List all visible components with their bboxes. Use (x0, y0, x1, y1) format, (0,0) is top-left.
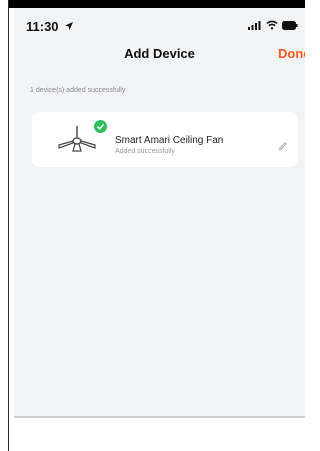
wifi-icon (266, 20, 278, 30)
device-frame-top (0, 0, 305, 8)
status-bar: 11:30 (14, 8, 305, 38)
device-frame-left (0, 0, 9, 451)
app-screen: 11:30 Add Device Done 1 device(s) added (14, 8, 305, 416)
page-title: Add Device (124, 46, 195, 61)
device-status: Added successfully (115, 148, 175, 155)
battery-icon (282, 21, 298, 30)
edit-pencil-icon[interactable] (278, 141, 288, 151)
added-summary: 1 device(s) added successfully (30, 87, 126, 94)
done-button[interactable]: Done (278, 46, 305, 61)
status-time: 11:30 (26, 19, 59, 34)
signal-icon (248, 21, 261, 30)
location-arrow-icon (65, 22, 73, 30)
device-name: Smart Amari Ceiling Fan (115, 135, 224, 146)
screen-bottom-edge (14, 416, 305, 418)
ceiling-fan-icon (58, 126, 96, 152)
device-card[interactable]: Smart Amari Ceiling Fan Added successful… (32, 112, 298, 167)
success-check-icon (94, 120, 107, 133)
